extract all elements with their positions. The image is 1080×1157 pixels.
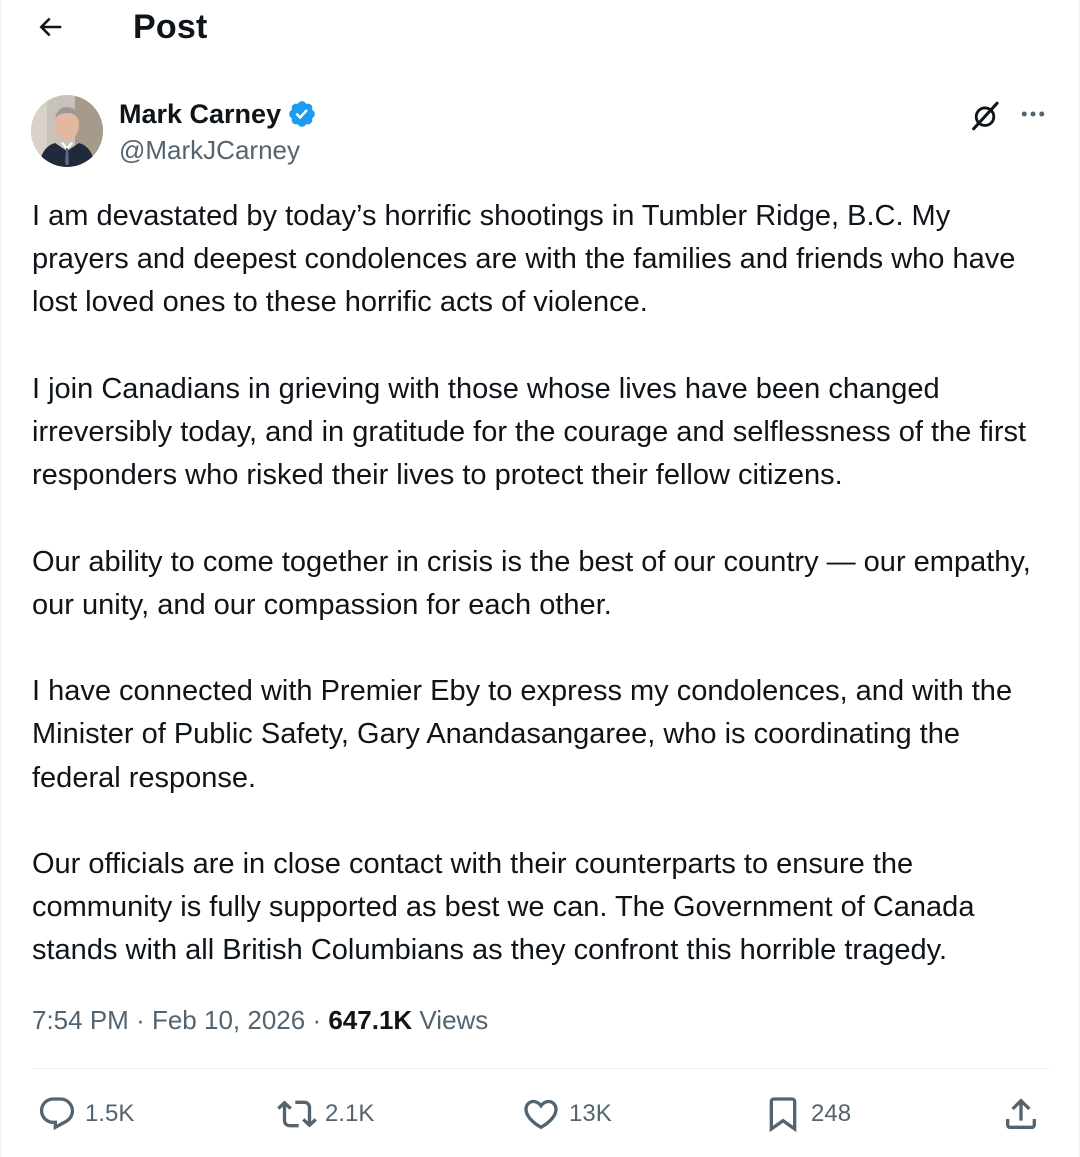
post-date[interactable]: Feb 10, 2026 xyxy=(152,1005,305,1035)
like-count: 13K xyxy=(569,1100,612,1127)
repost-icon xyxy=(277,1100,317,1128)
meta-separator: · xyxy=(312,1005,322,1035)
post-metadata: 7:54 PM · Feb 10, 2026 · 647.1K Views xyxy=(32,1000,488,1040)
author-name-row: Mark Carney xyxy=(119,96,317,132)
heart-icon xyxy=(524,1099,558,1130)
meta-separator: · xyxy=(136,1005,145,1035)
more-options-button[interactable] xyxy=(1013,96,1053,132)
post-paragraph: I have connected with Premier Eby to exp… xyxy=(32,675,1013,794)
avatar[interactable] xyxy=(31,95,103,167)
page-title: Post xyxy=(133,8,208,46)
verified-badge-icon xyxy=(289,101,315,127)
bookmark-button[interactable]: 248 xyxy=(763,1086,851,1142)
post-paragraph: I am devastated by today’s horrific shoo… xyxy=(32,200,1016,319)
reply-button[interactable]: 1.5K xyxy=(37,1086,134,1142)
post-paragraph: I join Canadians in grieving with those … xyxy=(32,372,1027,492)
arrow-left-icon xyxy=(39,17,62,37)
back-button[interactable] xyxy=(27,6,73,48)
post-text: I am devastated by today’s horrific shoo… xyxy=(32,195,1052,973)
more-horizontal-icon xyxy=(1021,111,1045,117)
post-time[interactable]: 7:54 PM xyxy=(32,1005,129,1035)
post-paragraph: Our officials are in close contact with … xyxy=(32,847,975,967)
action-bar: 1.5K 2.1K 13K 248 xyxy=(1,1086,1080,1142)
divider xyxy=(32,1068,1050,1069)
reply-count: 1.5K xyxy=(85,1100,135,1127)
author-handle[interactable]: @MarkJCarney xyxy=(119,134,300,166)
avatar-image xyxy=(31,95,103,167)
views-label: Views xyxy=(419,1005,489,1035)
repost-button[interactable]: 2.1K xyxy=(277,1086,374,1142)
share-button[interactable] xyxy=(1001,1086,1041,1142)
bookmark-count: 248 xyxy=(811,1100,852,1127)
author-name[interactable]: Mark Carney xyxy=(119,97,281,131)
views-count: 647.1K xyxy=(328,1005,413,1035)
grok-button[interactable] xyxy=(965,96,1005,136)
post-paragraph: Our ability to come together in crisis i… xyxy=(32,545,1031,621)
repost-count: 2.1K xyxy=(325,1100,375,1127)
bookmark-icon xyxy=(769,1097,797,1133)
like-button[interactable]: 13K xyxy=(521,1086,612,1142)
share-icon xyxy=(1006,1098,1036,1129)
reply-icon xyxy=(39,1097,75,1131)
header: Post xyxy=(1,0,1080,56)
grok-icon xyxy=(972,101,999,131)
post-page: Post Mark Carney @MarkJCarney I am devas… xyxy=(0,0,1080,1157)
